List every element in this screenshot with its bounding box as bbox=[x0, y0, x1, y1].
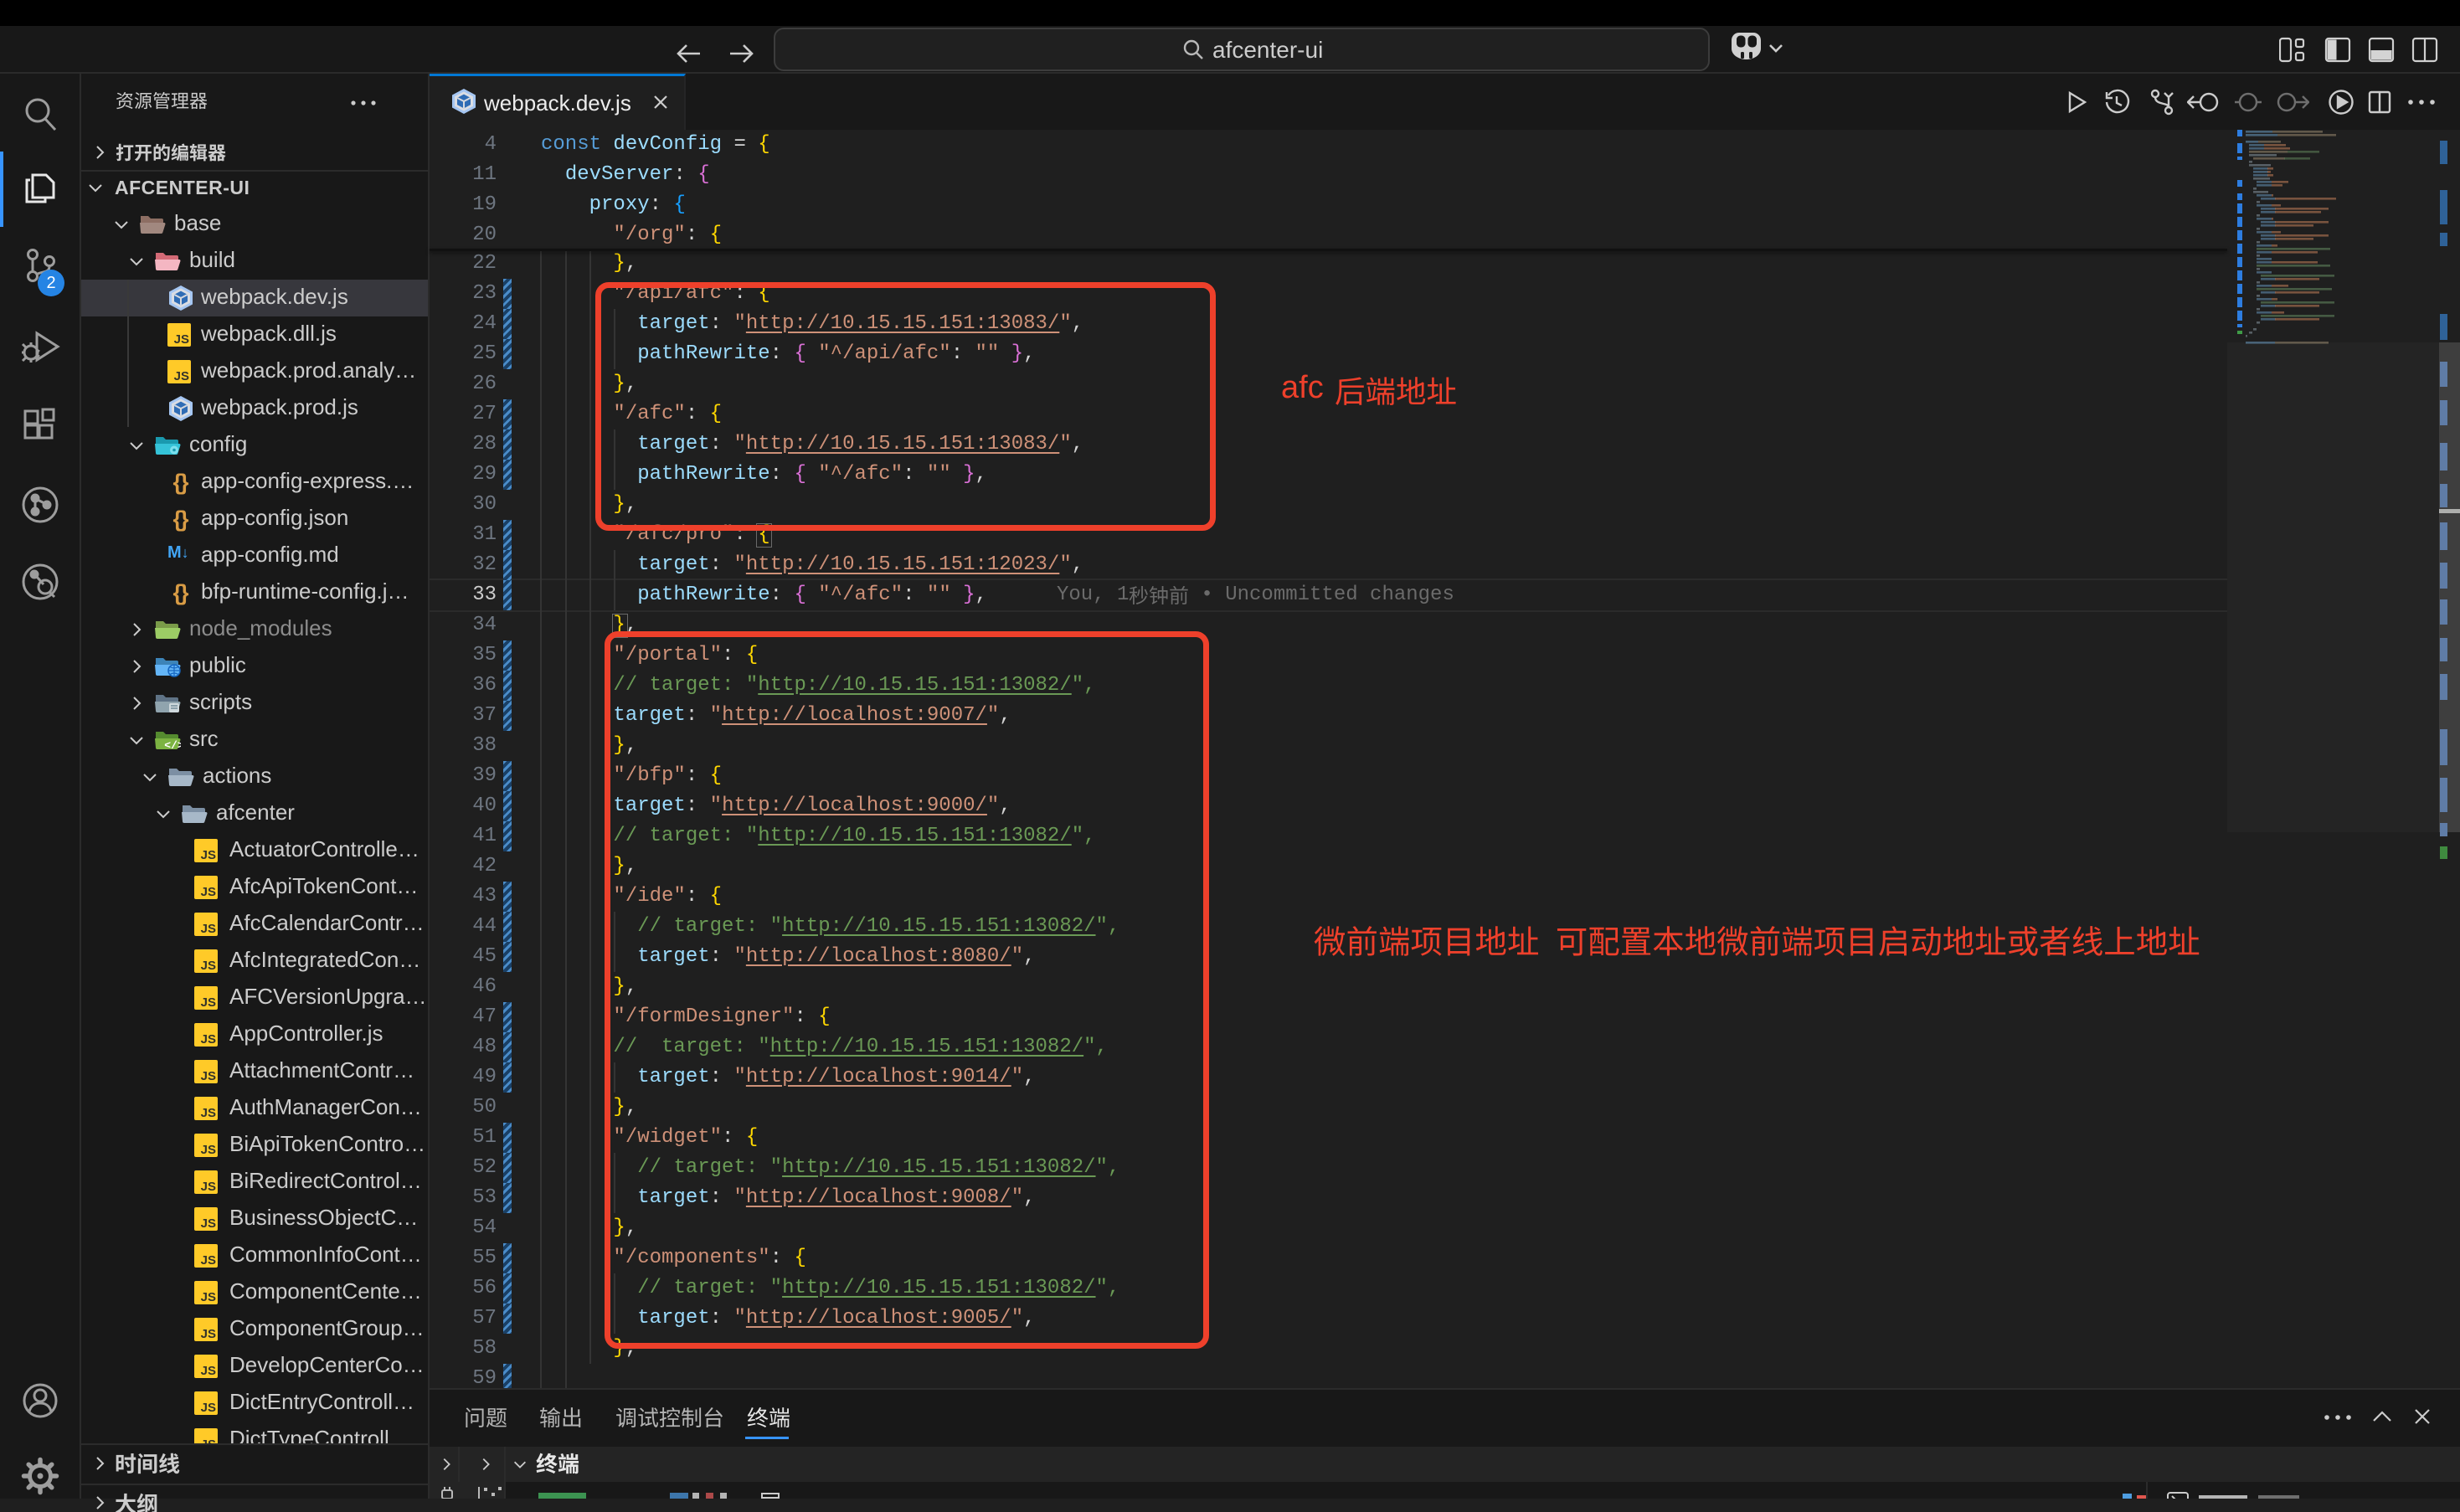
svg-text:</>: </> bbox=[164, 739, 181, 752]
